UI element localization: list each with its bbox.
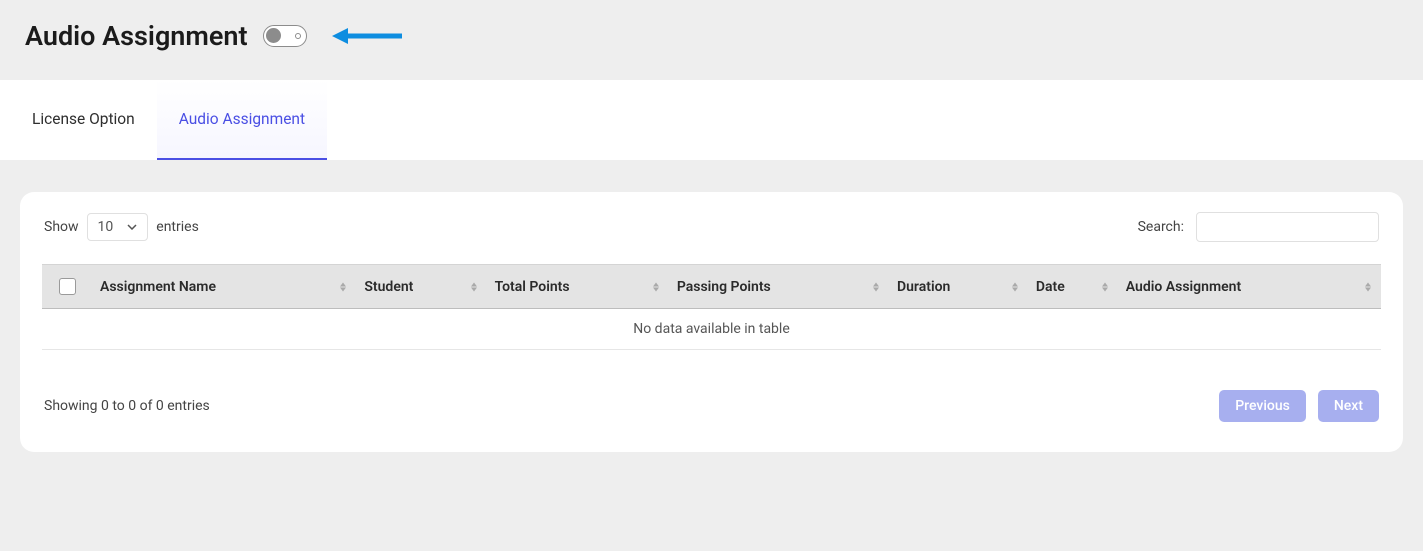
- tab-license-option[interactable]: License Option: [10, 80, 157, 160]
- col-label: Passing Points: [677, 279, 771, 295]
- header-section: Audio Assignment: [0, 0, 1423, 80]
- previous-button[interactable]: Previous: [1219, 390, 1306, 422]
- sort-icon: [340, 282, 346, 291]
- select-all-header[interactable]: [42, 265, 92, 309]
- next-button[interactable]: Next: [1318, 390, 1379, 422]
- page-title: Audio Assignment: [25, 20, 248, 52]
- col-audio-assignment[interactable]: Audio Assignment: [1118, 265, 1381, 309]
- empty-message: No data available in table: [42, 309, 1381, 350]
- entries-value: 10: [98, 219, 114, 235]
- sort-icon: [653, 282, 659, 291]
- col-total-points[interactable]: Total Points: [487, 265, 669, 309]
- showing-info: Showing 0 to 0 of 0 entries: [44, 398, 210, 414]
- sort-icon: [471, 282, 477, 291]
- toggle-knob-icon: [266, 28, 281, 43]
- col-student[interactable]: Student: [356, 265, 486, 309]
- col-label: Student: [364, 279, 413, 295]
- tab-container: License Option Audio Assignment: [0, 80, 1423, 160]
- checkbox-icon: [59, 278, 76, 295]
- search-input[interactable]: [1196, 212, 1379, 242]
- content-card: Show 10 entries Search: Assignment Name: [20, 192, 1403, 452]
- col-label: Total Points: [495, 279, 570, 295]
- col-passing-points[interactable]: Passing Points: [669, 265, 889, 309]
- entries-select[interactable]: 10: [87, 213, 149, 241]
- search-box: Search:: [1138, 212, 1379, 242]
- toggle-indicator-icon: [295, 33, 301, 39]
- arrow-annotation-icon: [332, 26, 402, 46]
- sort-icon: [1102, 282, 1108, 291]
- show-entries-control: Show 10 entries: [44, 213, 199, 241]
- col-label: Date: [1036, 279, 1065, 295]
- col-duration[interactable]: Duration: [889, 265, 1028, 309]
- tab-audio-assignment[interactable]: Audio Assignment: [157, 80, 327, 160]
- entries-label: entries: [156, 219, 199, 235]
- col-label: Assignment Name: [100, 279, 216, 295]
- col-label: Duration: [897, 279, 950, 295]
- chevron-down-icon: [127, 224, 137, 230]
- feature-toggle[interactable]: [263, 25, 307, 47]
- sort-icon: [1012, 282, 1018, 291]
- col-label: Audio Assignment: [1126, 279, 1241, 295]
- table-empty-row: No data available in table: [42, 309, 1381, 350]
- footer-row: Showing 0 to 0 of 0 entries Previous Nex…: [42, 390, 1381, 422]
- controls-row: Show 10 entries Search:: [42, 212, 1381, 242]
- col-date[interactable]: Date: [1028, 265, 1118, 309]
- pager: Previous Next: [1219, 390, 1379, 422]
- data-table: Assignment Name Student Total Points Pas…: [42, 264, 1381, 350]
- col-assignment-name[interactable]: Assignment Name: [92, 265, 356, 309]
- search-label: Search:: [1138, 219, 1184, 235]
- table-header-row: Assignment Name Student Total Points Pas…: [42, 265, 1381, 309]
- sort-icon: [1365, 282, 1371, 291]
- sort-icon: [873, 282, 879, 291]
- show-label: Show: [44, 219, 79, 235]
